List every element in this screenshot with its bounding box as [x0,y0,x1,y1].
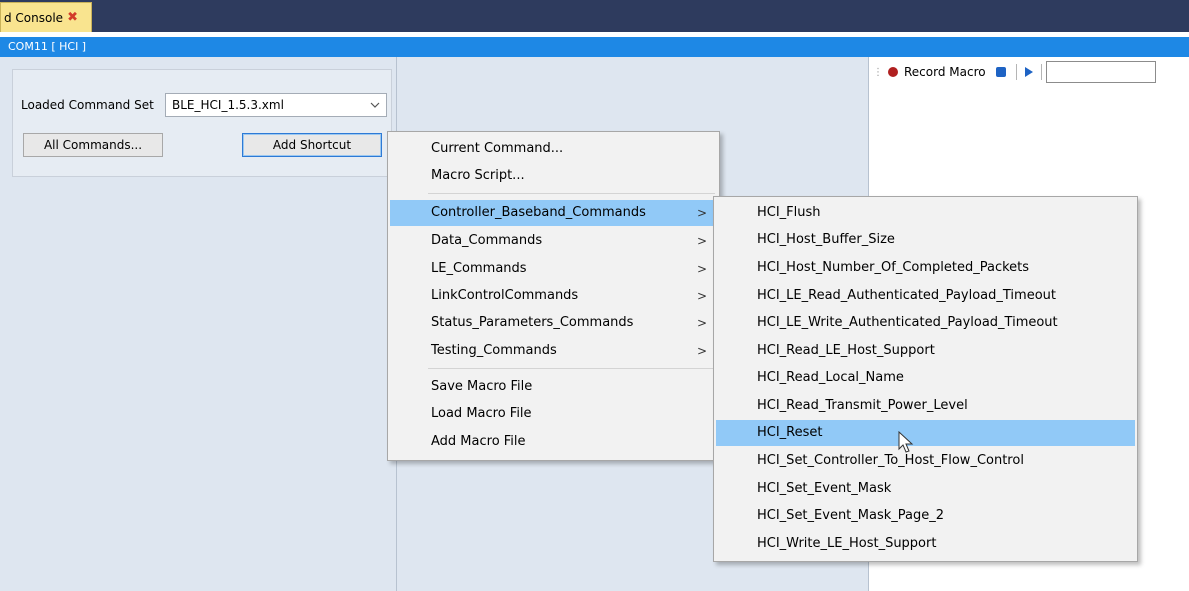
record-macro-button[interactable]: Record Macro [904,65,986,79]
toolbar-separator [1015,64,1017,80]
menu-item-link-control[interactable]: LinkControlCommands > [390,283,717,309]
menu-item-status-parameters[interactable]: Status_Parameters_Commands > [390,310,717,336]
document-tab-strip: d Console ✖ [0,0,1189,32]
menu-item-data-commands[interactable]: Data_Commands > [390,228,717,254]
submenu-item-hci-host-buffer-size[interactable]: HCI_Host_Buffer_Size [716,227,1135,253]
controller-baseband-submenu: HCI_Flush HCI_Host_Buffer_Size HCI_Host_… [713,196,1138,562]
submenu-item-hci-set-controller-to-host-flow-control[interactable]: HCI_Set_Controller_To_Host_Flow_Control [716,448,1135,474]
menu-item-label: Data_Commands [431,233,543,248]
port-title-bar: COM11 [ HCI ] [0,37,1189,57]
menu-item-label: Status_Parameters_Commands [431,315,634,330]
close-x-icon[interactable]: ✖ [67,10,78,25]
menu-item-save-macro-file[interactable]: Save Macro File [390,374,717,400]
chevron-right-icon: > [696,206,707,220]
menu-item-label: Controller_Baseband_Commands [431,205,646,220]
play-icon[interactable] [1024,67,1033,77]
toolbar-separator [1040,64,1042,80]
chevron-right-icon: > [696,344,707,358]
chevron-right-icon: > [696,262,707,276]
command-set-label: Loaded Command Set [21,98,154,112]
document-tab[interactable]: d Console ✖ [0,2,92,32]
chevron-right-icon: > [696,316,707,330]
all-commands-button[interactable]: All Commands... [23,133,163,157]
menu-item-label: LinkControlCommands [431,288,579,303]
record-dot-icon[interactable] [888,67,898,77]
command-set-group: Loaded Command Set BLE_HCI_1.5.3.xml All… [12,69,392,177]
chevron-down-icon [370,94,380,124]
menu-item-load-macro-file[interactable]: Load Macro File [390,401,717,427]
stop-icon[interactable] [995,67,1006,77]
menu-item-add-macro-file[interactable]: Add Macro File [390,429,717,455]
submenu-item-hci-read-transmit-power-level[interactable]: HCI_Read_Transmit_Power_Level [716,393,1135,419]
submenu-item-hci-set-event-mask-page-2[interactable]: HCI_Set_Event_Mask_Page_2 [716,503,1135,529]
menu-item-label: Testing_Commands [431,343,557,358]
menu-item-controller-baseband[interactable]: Controller_Baseband_Commands > [390,200,717,226]
menu-item-le-commands[interactable]: LE_Commands > [390,256,717,282]
command-set-pane: Loaded Command Set BLE_HCI_1.5.3.xml All… [0,57,397,591]
macro-toolbar: ⋮ Record Macro [873,61,1156,83]
command-set-select[interactable]: BLE_HCI_1.5.3.xml [165,93,387,117]
menu-item-macro-script[interactable]: Macro Script... [390,163,717,189]
mouse-pointer-icon [898,430,918,455]
submenu-item-hci-read-le-host-support[interactable]: HCI_Read_LE_Host_Support [716,338,1135,364]
toolbar-grip-icon[interactable]: ⋮ [873,67,883,78]
submenu-item-hci-flush[interactable]: HCI_Flush [716,200,1135,226]
submenu-item-hci-set-event-mask[interactable]: HCI_Set_Event_Mask [716,476,1135,502]
submenu-item-hci-le-write-auth-payload-timeout[interactable]: HCI_LE_Write_Authenticated_Payload_Timeo… [716,310,1135,336]
menu-separator [428,193,715,194]
submenu-item-hci-write-le-host-support[interactable]: HCI_Write_LE_Host_Support [716,531,1135,557]
macro-input[interactable] [1045,61,1156,83]
submenu-item-hci-host-number-of-completed-packets[interactable]: HCI_Host_Number_Of_Completed_Packets [716,255,1135,281]
menu-item-current-command[interactable]: Current Command... [390,136,717,162]
command-set-value: BLE_HCI_1.5.3.xml [172,98,284,112]
chevron-right-icon: > [696,289,707,303]
document-tab-title: d Console [4,10,64,25]
menu-separator [428,368,715,369]
add-shortcut-button[interactable]: Add Shortcut [242,133,382,157]
menu-item-label: LE_Commands [431,261,527,276]
menu-item-testing-commands[interactable]: Testing_Commands > [390,338,717,364]
submenu-item-hci-le-read-auth-payload-timeout[interactable]: HCI_LE_Read_Authenticated_Payload_Timeou… [716,283,1135,309]
add-shortcut-menu: Current Command... Macro Script... Contr… [387,131,720,461]
submenu-item-hci-reset[interactable]: HCI_Reset [716,420,1135,446]
submenu-item-hci-read-local-name[interactable]: HCI_Read_Local_Name [716,365,1135,391]
chevron-right-icon: > [696,234,707,248]
